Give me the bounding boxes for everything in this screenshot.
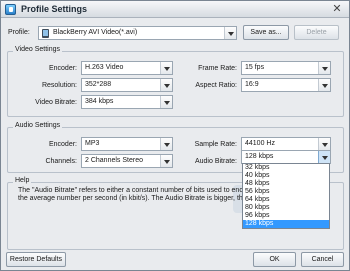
window-title: Profile Settings [21, 4, 88, 14]
audio-encoder-label: Encoder: [48, 141, 77, 148]
bitrate-option[interactable]: 80 kbps [243, 204, 329, 212]
sample-rate-value: 44100 Hz [245, 140, 275, 147]
chevron-down-icon [224, 27, 236, 39]
audio-bitrate-label: Audio Bitrate: [194, 158, 237, 165]
channels-select[interactable]: 2 Channels Stereo [81, 154, 173, 168]
chevron-down-icon [160, 96, 172, 108]
bitrate-option[interactable]: 40 kbps [243, 172, 329, 180]
aspect-ratio-label: Aspect Ratio: [195, 82, 237, 89]
audio-settings-title: Audio Settings [13, 122, 63, 129]
help-title: Help [13, 177, 32, 184]
video-encoder-select[interactable]: H.263 Video [81, 61, 173, 75]
chevron-down-icon [318, 79, 330, 91]
channels-value: 2 Channels Stereo [85, 157, 143, 164]
audio-bitrate-select[interactable]: 128 kbps [241, 150, 331, 164]
app-icon [5, 4, 16, 15]
chevron-down-icon [318, 138, 330, 150]
bitrate-option[interactable]: 48 kbps [243, 180, 329, 188]
frame-rate-value: 15 fps [245, 64, 265, 71]
profile-label: Profile: [8, 29, 30, 36]
delete-button[interactable]: Delete [294, 25, 339, 40]
ok-button[interactable]: OK [253, 252, 296, 267]
chevron-down-icon [318, 151, 330, 163]
chevron-down-icon [318, 62, 330, 74]
video-bitrate-select[interactable]: 384 kbps [81, 95, 173, 109]
aspect-ratio-value: 16:9 [245, 81, 259, 88]
bitrate-option[interactable]: 56 kbps [243, 188, 329, 196]
profile-settings-window: Profile Settings ✕ Profile: BlackBerry A… [0, 0, 350, 271]
audio-bitrate-value: 128 kbps [245, 153, 274, 160]
sample-rate-label: Sample Rate: [194, 141, 237, 148]
close-button[interactable]: ✕ [329, 3, 345, 16]
title-bar[interactable]: Profile Settings ✕ [1, 1, 349, 18]
video-settings-title: Video Settings [13, 46, 63, 53]
audio-bitrate-dropdown: 32 kbps 40 kbps 48 kbps 56 kbps 64 kbps 80 kb… [242, 163, 330, 229]
profile-select[interactable]: BlackBerry AVI Video(*.avi) [38, 26, 237, 40]
resolution-select[interactable]: 352*288 [81, 78, 173, 92]
save-as-button[interactable]: Save as... [243, 25, 289, 40]
frame-rate-select[interactable]: 15 fps [241, 61, 331, 75]
video-bitrate-value: 384 kbps [85, 98, 114, 105]
audio-encoder-value: MP3 [85, 140, 100, 147]
bitrate-option[interactable]: 32 kbps [243, 164, 329, 172]
channels-label: Channels: [45, 158, 77, 165]
bitrate-option[interactable]: 128 kbps [243, 220, 329, 228]
bitrate-option[interactable]: 96 kbps [243, 212, 329, 220]
resolution-label: Resolution: [41, 82, 77, 89]
sample-rate-select[interactable]: 44100 Hz [241, 137, 331, 151]
aspect-ratio-select[interactable]: 16:9 [241, 78, 331, 92]
cancel-button[interactable]: Cancel [301, 252, 344, 267]
blackberry-device-icon [42, 29, 49, 38]
bitrate-option[interactable]: 64 kbps [243, 196, 329, 204]
resolution-value: 352*288 [85, 81, 112, 88]
video-encoder-label: Encoder: [48, 65, 77, 72]
frame-rate-label: Frame Rate: [198, 65, 237, 72]
video-encoder-value: H.263 Video [85, 64, 124, 71]
restore-defaults-button[interactable]: Restore Defaults [6, 252, 66, 267]
video-bitrate-label: Video Bitrate: [35, 99, 77, 106]
audio-encoder-select[interactable]: MP3 [81, 137, 173, 151]
profile-select-value: BlackBerry AVI Video(*.avi) [53, 29, 138, 36]
